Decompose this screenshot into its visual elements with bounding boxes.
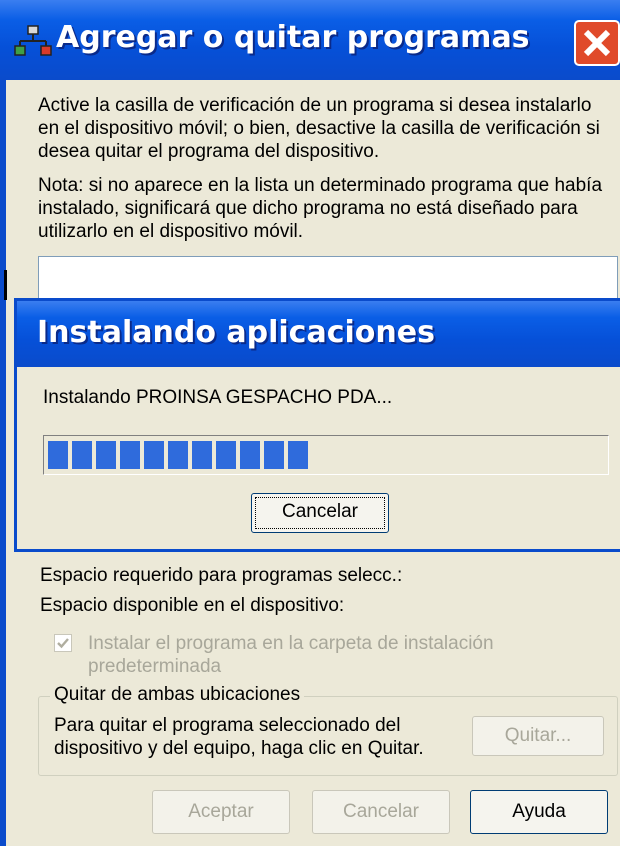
remove-group-text: Para quitar el programa seleccionado del… [54, 715, 424, 759]
window-title: Agregar o quitar programas [56, 20, 530, 55]
remove-button[interactable]: Quitar... [472, 716, 604, 756]
program-list[interactable] [38, 256, 618, 303]
ok-button-label: Aceptar [188, 801, 254, 822]
remove-group-legend: Quitar de ambas ubicaciones [50, 684, 305, 706]
frame-marker [4, 270, 7, 300]
space-required-label: Espacio requerido para programas selecc.… [40, 565, 403, 586]
install-progress-bar [43, 435, 609, 475]
install-default-checkbox[interactable] [54, 634, 72, 652]
installing-dialog: Instalando aplicaciones Instalando PROIN… [14, 298, 620, 552]
title-bar[interactable]: Agregar o quitar programas [0, 0, 620, 80]
checkmark-icon [57, 638, 69, 649]
add-remove-programs-window: Agregar o quitar programas Active la cas… [0, 0, 620, 846]
footer-cancel-button[interactable]: Cancelar [312, 790, 450, 834]
help-button-label: Ayuda [512, 801, 566, 822]
network-install-icon [14, 25, 52, 56]
space-available-label: Espacio disponible en el dispositivo: [40, 595, 345, 616]
remove-button-label: Quitar... [504, 725, 572, 746]
close-icon [583, 29, 611, 57]
dialog-title: Instalando aplicaciones [37, 315, 435, 350]
note-text: Nota: si no aparece en la lista un deter… [38, 175, 603, 242]
footer-cancel-label: Cancelar [342, 801, 420, 822]
window-frame-left [0, 80, 6, 846]
dialog-title-bar[interactable]: Instalando aplicaciones [17, 301, 620, 367]
installing-message: Instalando PROINSA GESPACHO PDA... [43, 387, 393, 408]
install-progress-fill [48, 441, 308, 469]
dialog-cancel-label: Cancelar [281, 501, 359, 522]
dialog-cancel-button[interactable]: Cancelar [251, 493, 389, 533]
close-button[interactable] [574, 20, 620, 66]
ok-button[interactable]: Aceptar [152, 790, 290, 834]
help-button[interactable]: Ayuda [470, 790, 608, 834]
description-text: Active la casilla de verificación de un … [38, 95, 600, 162]
install-default-label: Instalar el programa en la carpeta de in… [88, 633, 494, 677]
